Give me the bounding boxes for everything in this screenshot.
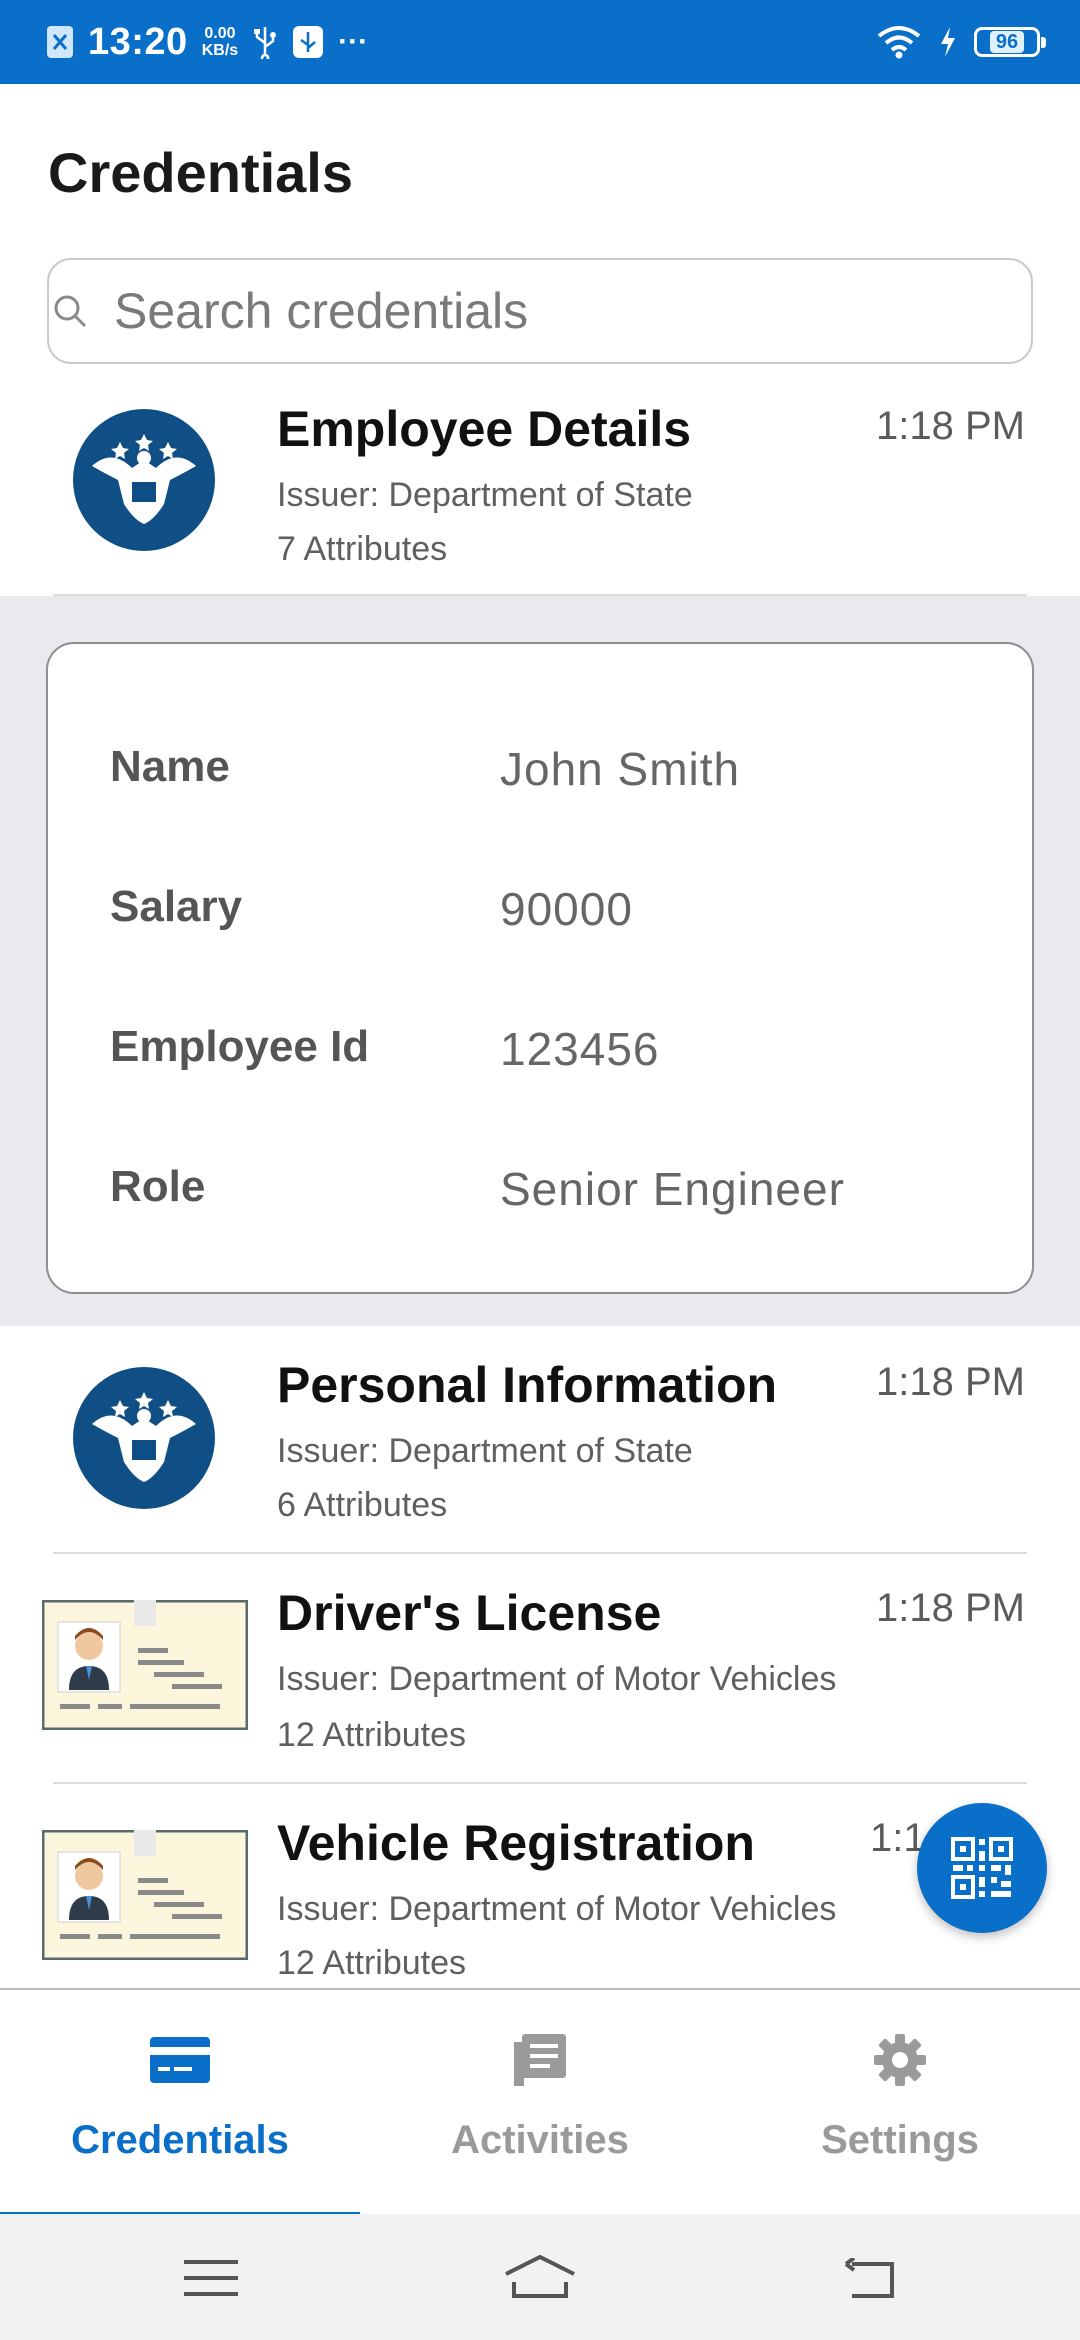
scan-qr-button[interactable] (917, 1803, 1047, 1933)
attribute-row-salary: Salary 90000 (48, 882, 1032, 942)
credential-name: Employee Details (277, 401, 692, 457)
credential-issuer: Issuer: Department of State (277, 1432, 693, 1470)
network-speed: 0.00 KB/s (201, 25, 239, 59)
home-icon[interactable] (504, 2254, 576, 2300)
tab-label: Activities (451, 2118, 629, 2162)
credit-card-icon (150, 2030, 210, 2090)
attribute-value: 90000 (500, 883, 633, 935)
battery-icon: 96 (974, 27, 1046, 57)
page-title: Credentials (48, 141, 353, 204)
credential-issuer: Issuer: Department of Motor Vehicles (277, 1890, 837, 1928)
search-icon (54, 295, 87, 328)
credential-name: Driver's License (277, 1585, 662, 1641)
credential-time: 1:18 PM (876, 1586, 1025, 1630)
attribute-key: Name (110, 742, 230, 791)
clock: 13:20 (88, 20, 188, 63)
attribute-row-name: Name John Smith (48, 742, 1032, 802)
wifi-icon (877, 26, 921, 59)
credential-name: Personal Information (277, 1357, 778, 1413)
credential-item-employee-details[interactable]: Employee Details 1:18 PM Issuer: Departm… (0, 380, 1080, 596)
credential-issuer: Issuer: Department of State (277, 476, 693, 514)
document-list-icon (510, 2030, 570, 2090)
more-notifications: ··· (338, 25, 369, 58)
usb-debug-icon (293, 26, 324, 58)
attribute-row-role: Role Senior Engineer (48, 1162, 1032, 1222)
tab-credentials[interactable]: Credentials (0, 1990, 360, 2216)
credential-attribute-count: 12 Attributes (277, 1944, 467, 1982)
state-department-seal-icon (73, 409, 215, 551)
tab-label: Credentials (71, 2118, 289, 2162)
credential-attribute-count: 7 Attributes (277, 530, 448, 568)
tab-label: Settings (821, 2118, 979, 2162)
credential-name: Vehicle Registration (277, 1815, 755, 1871)
status-bar: 13:20 0.00 KB/s ··· 96 (0, 0, 1080, 84)
state-department-seal-icon (73, 1367, 215, 1509)
credential-issuer: Issuer: Department of Motor Vehicles (277, 1660, 837, 1698)
attribute-row-employee-id: Employee Id 123456 (48, 1022, 1032, 1082)
attribute-key: Role (110, 1162, 206, 1211)
credential-time: 1:18 PM (876, 404, 1025, 448)
search-bar[interactable] (47, 258, 1033, 364)
charging-bolt-icon (941, 27, 955, 57)
credential-item-drivers-license[interactable]: Driver's License 1:18 PM Issuer: Departm… (0, 1554, 1080, 1782)
system-navigation-bar (0, 2214, 1080, 2340)
attribute-key: Employee Id (110, 1022, 370, 1071)
notification-app-icon (47, 26, 73, 58)
qr-code-icon (951, 1837, 1013, 1899)
credential-time: 1:18 PM (876, 1360, 1025, 1404)
credential-details-card: Name John Smith Salary 90000 Employee Id… (46, 642, 1034, 1294)
id-card-icon (42, 1830, 248, 1960)
credential-item-vehicle-registration[interactable]: Vehicle Registration 1:1 Issuer: Departm… (0, 1784, 1080, 1988)
credential-attribute-count: 6 Attributes (277, 1486, 448, 1524)
tab-settings[interactable]: Settings (720, 1990, 1080, 2214)
gear-icon (870, 2030, 930, 2090)
search-input[interactable] (112, 281, 996, 341)
usb-icon (254, 27, 277, 59)
tab-activities[interactable]: Activities (360, 1990, 720, 2214)
credential-item-personal-information[interactable]: Personal Information 1:18 PM Issuer: Dep… (0, 1326, 1080, 1552)
attribute-key: Salary (110, 882, 243, 931)
attribute-value: John Smith (500, 743, 741, 795)
id-card-icon (42, 1600, 248, 1730)
back-icon[interactable] (842, 2258, 896, 2300)
attribute-value: Senior Engineer (500, 1163, 845, 1215)
menu-icon[interactable] (184, 2258, 238, 2298)
credential-attribute-count: 12 Attributes (277, 1716, 467, 1754)
bottom-navigation: Credentials Activities Settings (0, 1988, 1080, 2216)
attribute-value: 123456 (500, 1023, 660, 1075)
